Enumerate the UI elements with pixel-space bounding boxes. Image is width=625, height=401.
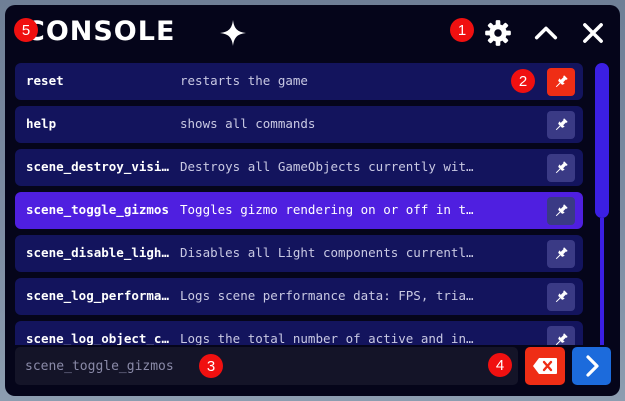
command-name: scene_toggle_gizmos — [26, 202, 169, 217]
command-name: help — [26, 116, 57, 131]
marker-badge: 2 — [511, 69, 535, 93]
command-name: scene_log_object_c… — [26, 331, 169, 345]
sparkle-icon — [220, 20, 246, 46]
pin-icon — [555, 290, 568, 303]
marker-badge: 1 — [450, 18, 474, 42]
command-row[interactable]: scene_disable_ligh… Disables all Light co… — [15, 235, 583, 272]
command-description: Logs scene performance data: FPS, tria… — [180, 288, 474, 303]
scrollbar-thumb[interactable] — [595, 63, 609, 218]
pin-button[interactable] — [547, 326, 575, 345]
command-row[interactable]: scene_log_object_c… Logs the total number… — [15, 321, 583, 345]
command-description: Logs the total number of active and in… — [180, 331, 474, 345]
command-row[interactable]: help shows all commands — [15, 106, 583, 143]
command-row[interactable]: reset restarts the game — [15, 63, 583, 100]
pin-button[interactable] — [547, 68, 575, 96]
command-input-box — [15, 347, 520, 385]
command-name: scene_destroy_visi… — [26, 159, 169, 174]
command-row[interactable]: scene_toggle_gizmos Toggles gizmo renderi… — [15, 192, 583, 229]
scrollbar-track — [600, 218, 604, 345]
pin-button[interactable] — [547, 111, 575, 139]
settings-button[interactable] — [484, 19, 512, 47]
pin-icon — [555, 75, 568, 88]
marker-badge: 5 — [14, 18, 38, 42]
pin-icon — [555, 118, 568, 131]
scrollbar[interactable] — [595, 63, 609, 345]
command-description: shows all commands — [180, 116, 316, 131]
chevron-right-icon — [585, 355, 599, 377]
pin-button[interactable] — [547, 240, 575, 268]
command-row[interactable]: scene_destroy_visi… Destroys all GameObje… — [15, 149, 583, 186]
pin-icon — [555, 247, 568, 260]
command-description: restarts the game — [180, 73, 308, 88]
command-description: Destroys all GameObjects currently wit… — [180, 159, 474, 174]
title-bar: CONSOLE — [5, 5, 620, 59]
command-row[interactable]: scene_log_performa… Logs scene performanc… — [15, 278, 583, 315]
marker-badge: 3 — [199, 354, 223, 378]
collapse-button[interactable] — [532, 19, 560, 47]
command-input[interactable] — [15, 347, 520, 385]
pin-icon — [555, 161, 568, 174]
command-description: Disables all Light components currentl… — [180, 245, 474, 260]
command-list: reset restarts the game help shows all comm… — [15, 63, 585, 345]
send-button[interactable] — [572, 347, 611, 385]
pin-icon — [555, 204, 568, 217]
close-icon — [583, 23, 603, 43]
command-name: scene_disable_ligh… — [26, 245, 169, 260]
command-name: scene_log_performa… — [26, 288, 169, 303]
gear-icon — [485, 20, 511, 46]
console-logo: CONSOLE — [25, 16, 176, 47]
pin-button[interactable] — [547, 283, 575, 311]
marker-badge: 4 — [488, 353, 512, 377]
pin-icon — [555, 333, 568, 345]
console-window: CONSOLE reset restarts the game help sho… — [5, 5, 620, 396]
command-description: Toggles gizmo rendering on or off in t… — [180, 202, 474, 217]
pin-button[interactable] — [547, 197, 575, 225]
close-button[interactable] — [579, 19, 607, 47]
backspace-icon — [533, 358, 557, 374]
clear-button[interactable] — [525, 347, 565, 385]
pin-button[interactable] — [547, 154, 575, 182]
command-name: reset — [26, 73, 64, 88]
chevron-up-icon — [534, 26, 558, 40]
